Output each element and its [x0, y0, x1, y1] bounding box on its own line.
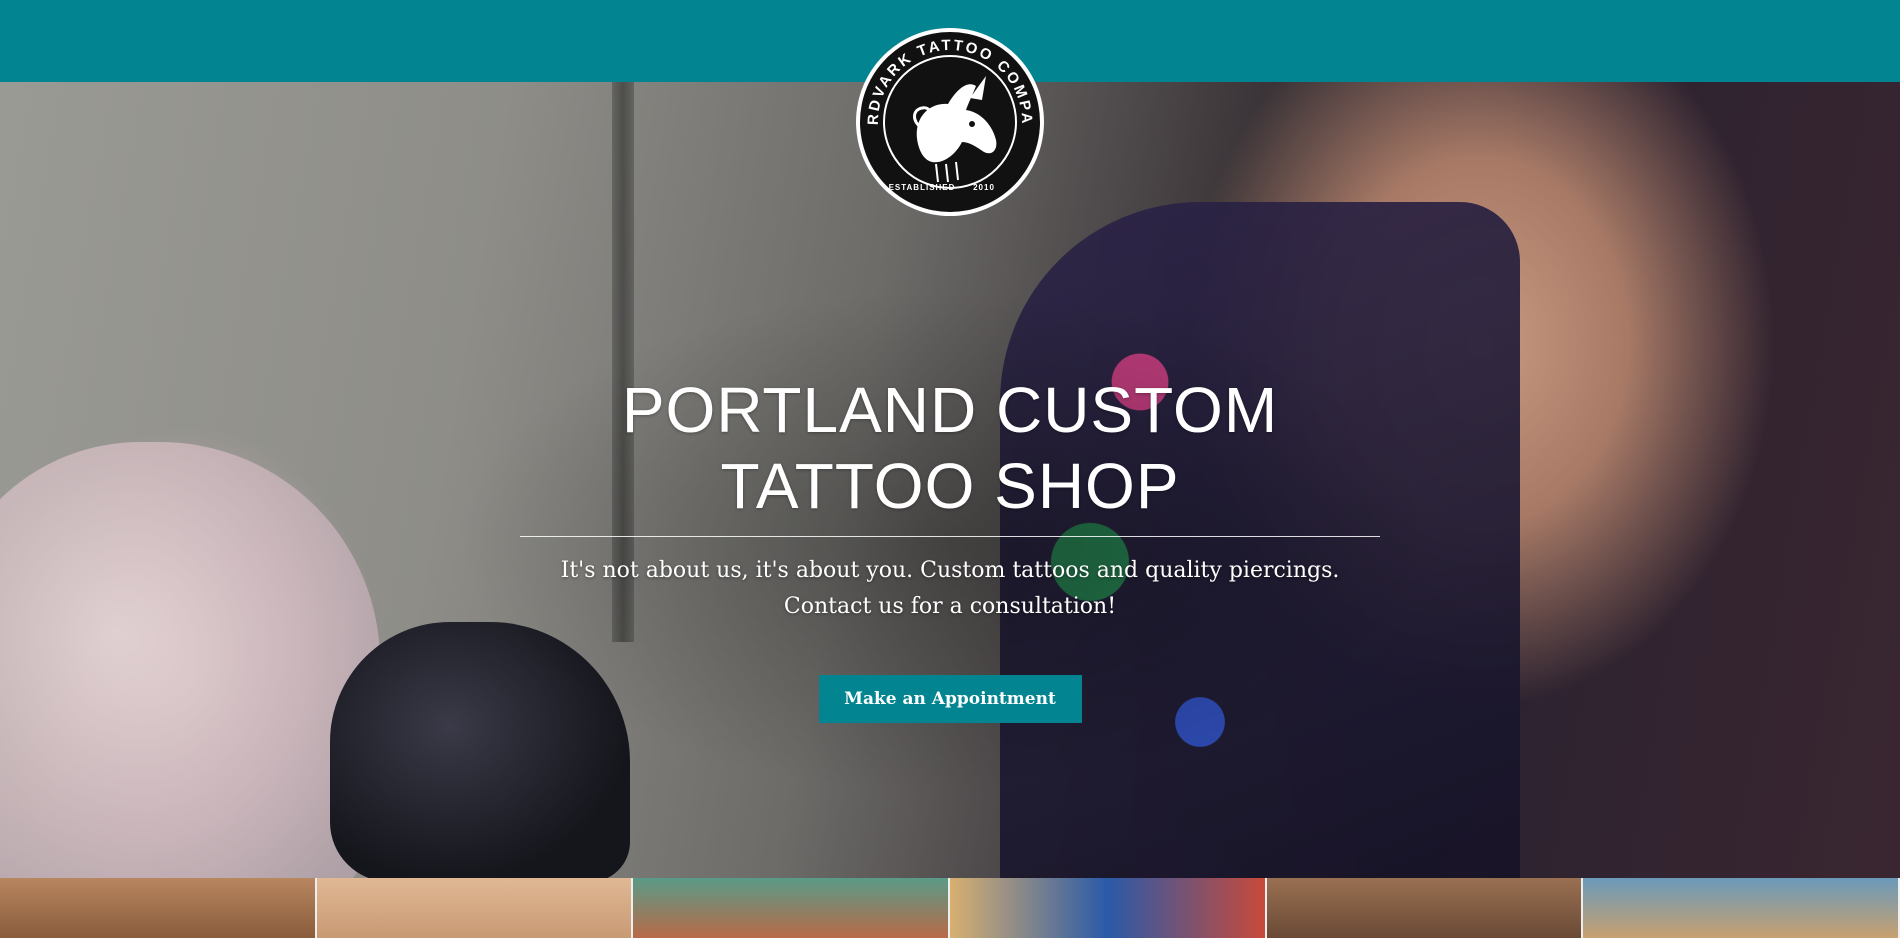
- tattoo-thumbnail-6[interactable]: [1583, 878, 1900, 938]
- tattoo-thumbnail-5[interactable]: [1266, 878, 1584, 938]
- page-title: PORTLAND CUSTOM TATTOO SHOP: [520, 372, 1380, 524]
- svg-text:ESTABLISHED: ESTABLISHED: [889, 183, 956, 192]
- aardvark-logo-icon: AARDVARK TATTOO COMPANY ESTABLISHED 2010: [845, 11, 1044, 216]
- hero-content: PORTLAND CUSTOM TATTOO SHOP It's not abo…: [520, 372, 1380, 723]
- hero-subtitle: It's not about us, it's about you. Custo…: [520, 553, 1380, 625]
- site-logo[interactable]: AARDVARK TATTOO COMPANY ESTABLISHED 2010: [845, 11, 1048, 220]
- tattoo-thumbnail-3[interactable]: [633, 878, 951, 938]
- page-title-line-1: PORTLAND CUSTOM: [621, 374, 1279, 446]
- hero-subtitle-line-1: It's not about us, it's about you. Custo…: [560, 558, 1340, 583]
- page-title-line-2: TATTOO SHOP: [720, 450, 1180, 522]
- hero-subtitle-line-2: Contact us for a consultation!: [783, 594, 1117, 619]
- make-appointment-button[interactable]: Make an Appointment: [818, 675, 1082, 723]
- svg-text:2010: 2010: [973, 183, 995, 192]
- gallery-strip: [0, 878, 1900, 938]
- tattoo-thumbnail-4[interactable]: [950, 878, 1267, 938]
- title-divider: [520, 536, 1380, 537]
- tattoo-thumbnail-1[interactable]: [0, 878, 317, 938]
- tattoo-thumbnail-2[interactable]: [316, 878, 634, 938]
